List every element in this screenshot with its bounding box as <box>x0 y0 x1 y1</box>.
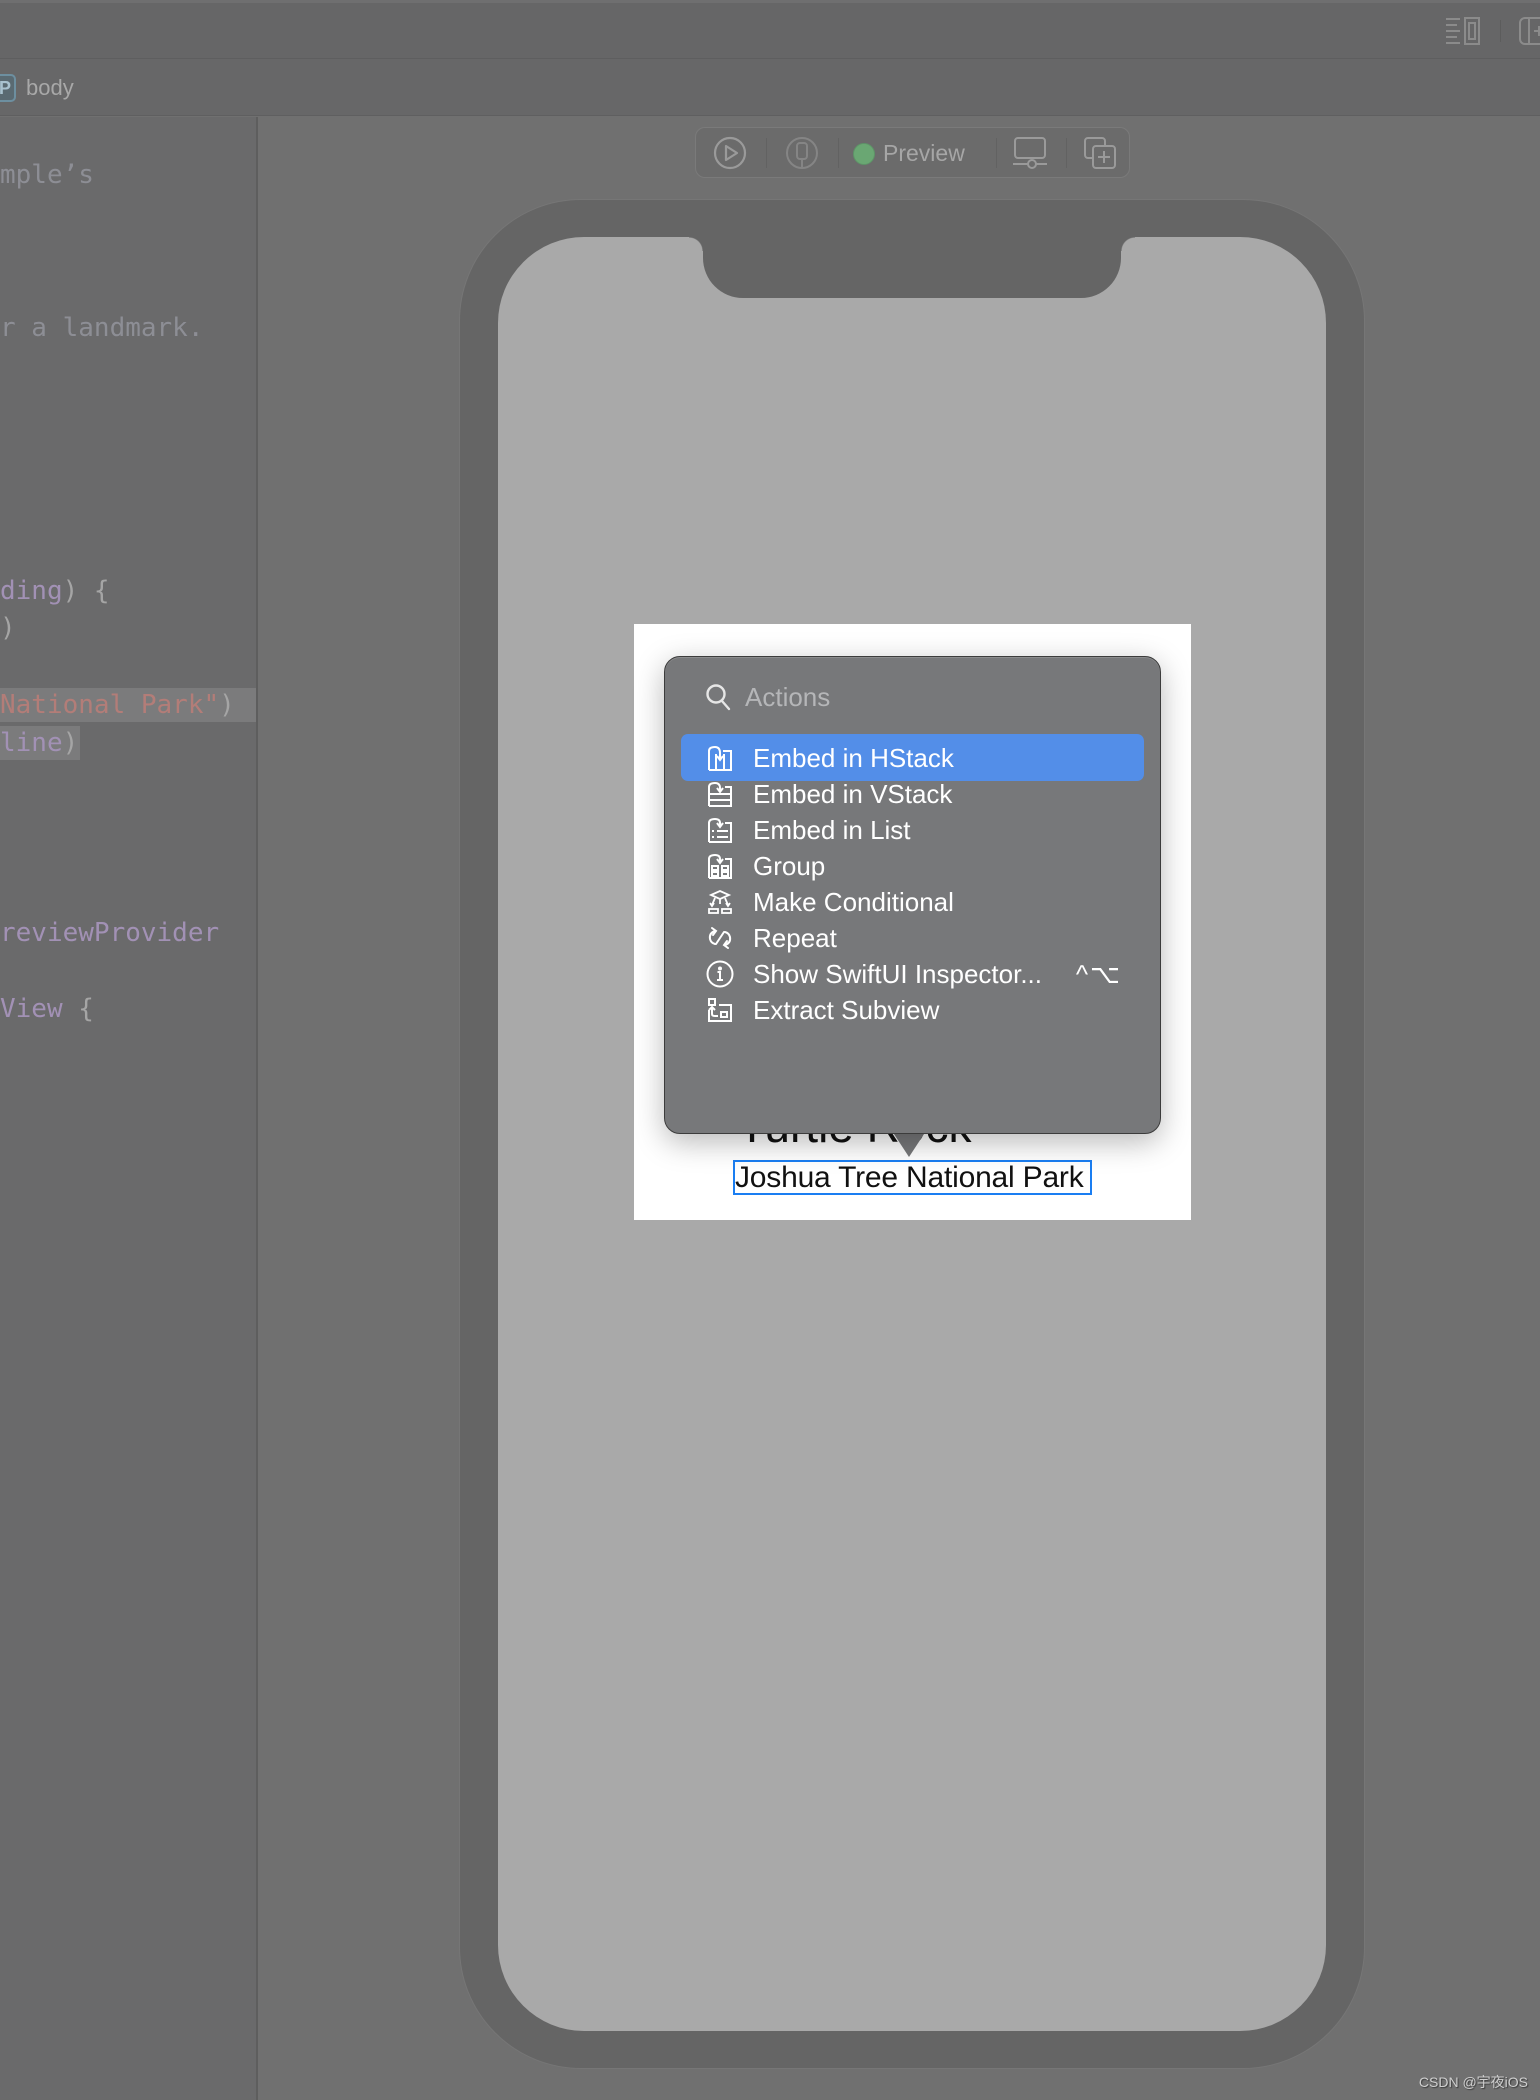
info-icon <box>705 959 735 989</box>
search-icon <box>706 684 731 711</box>
menu-pointer <box>892 1131 926 1157</box>
menu-item-label: Embed in VStack <box>753 778 953 809</box>
preview-status-indicator <box>853 143 875 165</box>
code-token: reviewProvider <box>0 918 220 948</box>
code-token: ) <box>219 690 235 720</box>
code-token: ) { <box>62 576 110 606</box>
live-preview-icon[interactable] <box>710 134 750 172</box>
duplicate-preview-icon[interactable] <box>1080 134 1120 172</box>
code-line-highlighted: line) <box>0 726 80 760</box>
window-toolbar <box>0 0 1540 59</box>
code-token: National Park" <box>0 690 220 720</box>
code-token: ding <box>0 576 63 606</box>
code-token: { <box>62 994 94 1024</box>
extract-subview-icon <box>705 995 735 1025</box>
editor-options-icon[interactable] <box>1444 16 1482 46</box>
code-token: View <box>0 994 63 1024</box>
embed-vstack-icon <box>705 779 735 809</box>
code-line: View { <box>0 992 94 1026</box>
menu-item-label: Show SwiftUI Inspector... <box>753 958 1043 989</box>
keyboard-shortcut: ^⌥ <box>1075 958 1122 989</box>
jump-bar-item-body[interactable]: body <box>26 74 74 102</box>
repeat-icon <box>705 923 735 953</box>
menu-item-label: Group <box>753 850 826 881</box>
code-line: ) <box>0 611 16 645</box>
actions-search-field[interactable]: Actions <box>705 679 830 715</box>
menu-item-label: Extract Subview <box>753 994 940 1025</box>
code-token: ) <box>62 728 79 758</box>
code-token: mple’s <box>0 160 94 190</box>
watermark: CSDN @宇夜iOS <box>1418 2074 1528 2090</box>
conditional-icon <box>705 887 735 917</box>
add-editor-icon[interactable] <box>1518 16 1540 46</box>
actions-menu: Actions Embed in HStack Embed in VStack … <box>664 656 1161 1134</box>
menu-item-extract-subview[interactable]: Extract Subview <box>681 986 1144 1033</box>
device-icon[interactable] <box>782 134 822 172</box>
preview-subtitle-text-selected[interactable]: Joshua Tree National Park <box>733 1160 1092 1195</box>
code-token: ) <box>0 613 16 643</box>
device-settings-icon[interactable] <box>1010 134 1050 172</box>
code-token: line <box>0 728 63 758</box>
preview-label: Preview <box>883 140 965 166</box>
menu-item-label: Embed in HStack <box>753 742 954 773</box>
code-token: r a landmark. <box>0 313 204 343</box>
property-badge-icon: P <box>0 74 16 102</box>
code-line: mple’s <box>0 158 94 192</box>
jump-bar <box>0 59 1540 116</box>
code-line: ding) { <box>0 574 110 608</box>
code-editor[interactable]: mple’s r a landmark. ding) { ) National … <box>0 117 256 2100</box>
menu-item-label: Embed in List <box>753 814 911 845</box>
preview-controls: Preview <box>695 127 1130 178</box>
toolbar-divider <box>1500 20 1501 42</box>
embed-hstack-icon <box>705 743 735 773</box>
actions-search-placeholder: Actions <box>745 682 831 712</box>
device-notch <box>689 230 1135 298</box>
embed-list-icon <box>705 815 735 845</box>
code-line: r a landmark. <box>0 311 204 345</box>
code-line-highlighted: National Park") <box>0 688 256 722</box>
menu-item-label: Repeat <box>753 922 837 953</box>
menu-item-label: Make Conditional <box>753 886 954 917</box>
code-line: reviewProvider <box>0 916 219 950</box>
group-icon <box>705 851 735 881</box>
